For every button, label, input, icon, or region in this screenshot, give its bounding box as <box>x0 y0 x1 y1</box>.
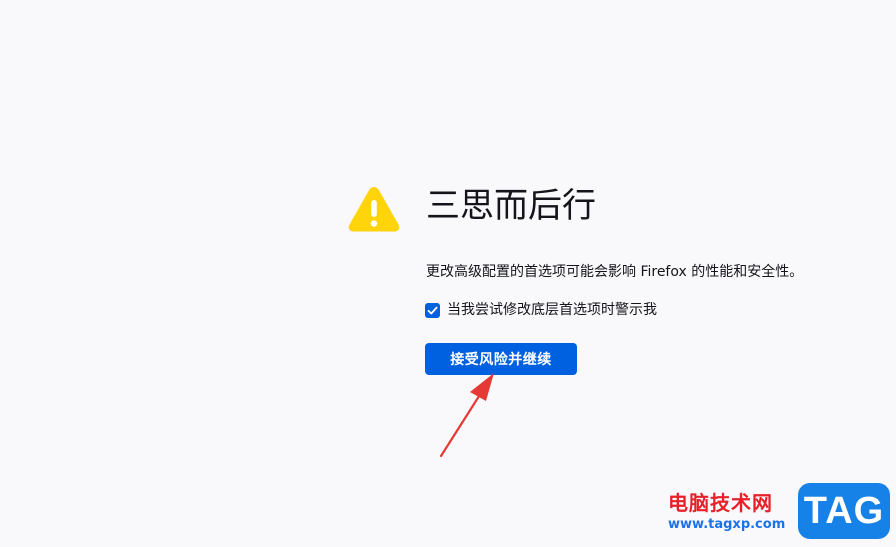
accept-risk-continue-button[interactable]: 接受风险并继续 <box>425 343 577 375</box>
warning-message: 更改高级配置的首选项可能会影响 Firefox 的性能和安全性。 <box>426 264 804 280</box>
warn-on-access-checkbox-row[interactable]: 当我尝试修改底层首选项时警示我 <box>425 299 657 321</box>
warn-on-access-checkbox[interactable] <box>425 302 440 318</box>
watermark-logo: TAG <box>798 483 890 539</box>
checkmark-icon <box>427 306 438 314</box>
checkbox-label: 当我尝试修改底层首选项时警示我 <box>447 302 657 318</box>
warning-triangle-icon <box>348 187 400 232</box>
watermark-site-name: 电脑技术网 <box>668 491 773 515</box>
page-title: 三思而后行 <box>426 186 596 226</box>
watermark-url: www.tagxp.com <box>668 517 786 532</box>
watermark: 电脑技术网 www.tagxp.com TAG <box>668 483 890 541</box>
